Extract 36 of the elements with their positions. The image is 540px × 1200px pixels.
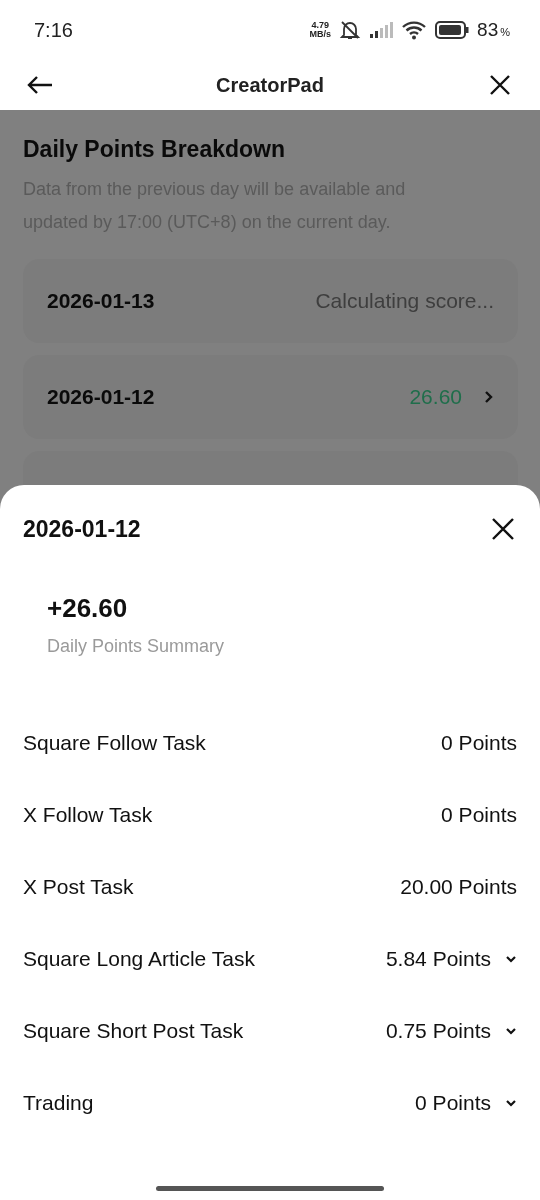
page-title: CreatorPad xyxy=(216,73,324,97)
task-name: Square Long Article Task xyxy=(23,947,255,971)
section-title: Daily Points Breakdown xyxy=(23,136,286,163)
task-points: 5.84 Points xyxy=(385,947,491,971)
day-card[interactable]: 2026-01-13 Calculating score... xyxy=(23,259,518,343)
day-score: 26.60 xyxy=(409,385,462,409)
chevron-down-icon[interactable] xyxy=(505,1027,517,1035)
clock: 7:16 xyxy=(34,18,73,42)
speed-unit: MB/s xyxy=(309,30,332,39)
wifi-icon xyxy=(401,20,428,40)
day-date: 2026-01-13 xyxy=(47,289,155,313)
percent-sign: % xyxy=(500,26,510,38)
day-card[interactable]: 2026-01-12 26.60 xyxy=(23,355,518,439)
total-label: Daily Points Summary xyxy=(47,636,226,657)
task-name: X Follow Task xyxy=(23,803,153,827)
task-points: 0 Points xyxy=(441,803,517,827)
task-points: 0 Points xyxy=(415,1091,491,1115)
day-status: Calculating score... xyxy=(315,289,494,313)
day-date: 2026-01-12 xyxy=(47,385,155,409)
bell-off-icon xyxy=(339,19,362,41)
task-name: Square Follow Task xyxy=(23,731,206,755)
sheet-date: 2026-01-12 xyxy=(23,515,141,543)
chevron-down-icon[interactable] xyxy=(505,955,517,963)
chevron-right-icon xyxy=(484,390,494,404)
signal-icon xyxy=(369,22,394,38)
task-points: 20.00 Points xyxy=(400,875,517,899)
task-name: X Post Task xyxy=(23,875,134,899)
network-speed: 4.79 xyxy=(311,21,330,30)
task-name: Square Short Post Task xyxy=(23,1019,244,1043)
task-name: Trading xyxy=(23,1091,94,1115)
points-total: +26.60 xyxy=(47,593,129,624)
task-points: 0.75 Points xyxy=(385,1019,491,1043)
battery-icon xyxy=(435,21,470,39)
chevron-down-icon[interactable] xyxy=(505,1099,517,1107)
battery-percent: 83 xyxy=(477,19,499,41)
task-points: 0 Points xyxy=(441,731,517,755)
